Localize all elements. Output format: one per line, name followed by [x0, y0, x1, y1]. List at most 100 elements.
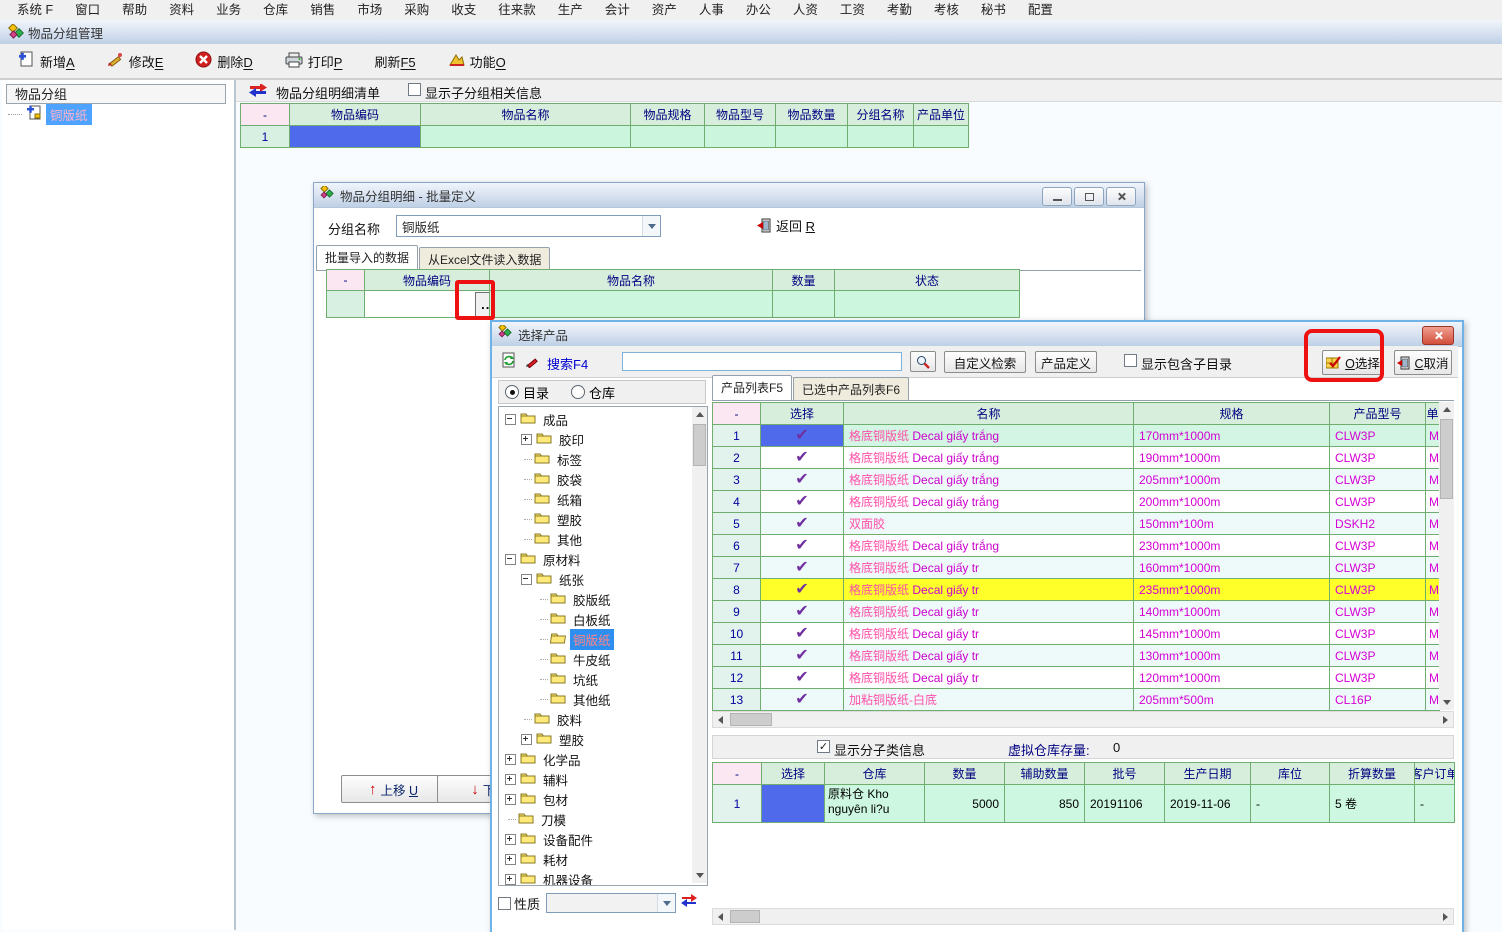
cell-name[interactable]: 双面胶	[844, 513, 1134, 535]
scroll-up-icon[interactable]	[1439, 402, 1454, 417]
cell-location[interactable]: -	[1251, 785, 1330, 823]
select-cell[interactable]: ✔	[761, 667, 844, 689]
tree-item-22[interactable]: 耗材	[499, 849, 571, 869]
select-cell[interactable]: ✔	[761, 579, 844, 601]
menu-item-20[interactable]: 秘书	[970, 0, 1017, 20]
nature-select[interactable]	[546, 893, 676, 913]
product-row-1[interactable]: 1✔格底铜版纸 Decal giấy trắng170mm*1000mCLW3P…	[713, 425, 1440, 447]
select-cell[interactable]: ✔	[761, 513, 844, 535]
select-cell[interactable]: ✔	[761, 535, 844, 557]
move-up-button[interactable]: ↑上移 U	[341, 775, 446, 803]
custom-search-button[interactable]: 自定义检索	[944, 351, 1026, 373]
cell[interactable]	[848, 126, 914, 148]
tree-item-17[interactable]: 化学品	[499, 749, 584, 769]
select-cell[interactable]: ✔	[761, 623, 844, 645]
menu-item-5[interactable]: 仓库	[252, 0, 299, 20]
scroll-right-icon[interactable]	[1438, 712, 1453, 727]
product-row-13[interactable]: 13✔加粘铜版纸-白底205mm*500mCL16PM	[713, 689, 1440, 711]
select-cell[interactable]: ✔	[761, 689, 844, 711]
select-cell[interactable]: ✔	[761, 491, 844, 513]
select-cell[interactable]: ✔	[761, 425, 844, 447]
product-row-6[interactable]: 6✔格底铜版纸 Decal giấy trắng230mm*1000mCLW3P…	[713, 535, 1440, 557]
cell-spec[interactable]: 150mm*100m	[1134, 513, 1330, 535]
column-header-3[interactable]: 规格	[1134, 403, 1330, 425]
close-icon[interactable]	[1106, 187, 1136, 206]
show-subclass-checkbox[interactable]: ✓	[817, 740, 830, 753]
cell-qty[interactable]	[773, 291, 835, 318]
column-header-3[interactable]: 数量	[773, 270, 835, 291]
column-header-2[interactable]: 仓库	[825, 763, 925, 785]
cell-spec[interactable]: 145mm*1000m	[1134, 623, 1330, 645]
cell-name[interactable]: 格底铜版纸 Decal giấy tr	[844, 579, 1134, 601]
column-header-4[interactable]: 产品型号	[1330, 403, 1426, 425]
column-header-3[interactable]: 物品规格	[631, 104, 705, 126]
product-row-9[interactable]: 9✔格底铜版纸 Decal giấy tr140mm*1000mCLW3PM	[713, 601, 1440, 623]
collapse-minus-icon[interactable]	[505, 554, 516, 565]
product-table-hscrollbar[interactable]	[712, 711, 1454, 728]
cell-unit[interactable]: M	[1426, 689, 1440, 711]
cell-spec[interactable]: 230mm*1000m	[1134, 535, 1330, 557]
tree-item-5[interactable]: 塑胶	[499, 509, 585, 529]
cell-model[interactable]: CLW3P	[1330, 447, 1426, 469]
cell-model[interactable]: CLW3P	[1330, 425, 1426, 447]
cell[interactable]	[631, 126, 705, 148]
product-row-8[interactable]: 8✔格底铜版纸 Decal giấy tr235mm*1000mCLW3PM	[713, 579, 1440, 601]
tree-item-11[interactable]: 铜版纸	[499, 629, 614, 649]
product-table-vscrollbar[interactable]	[1439, 402, 1454, 710]
tree-item-20[interactable]: 刀模	[499, 809, 569, 829]
column-header-5[interactable]: 批号	[1085, 763, 1165, 785]
cell-unit[interactable]: M	[1426, 425, 1440, 447]
menu-item-17[interactable]: 工资	[829, 0, 876, 20]
menu-item-14[interactable]: 人事	[688, 0, 735, 20]
column-header-5[interactable]: 物品数量	[776, 104, 848, 126]
column-header-4[interactable]: 物品型号	[705, 104, 776, 126]
cell[interactable]	[776, 126, 848, 148]
radio-catalog[interactable]: 目录	[505, 383, 549, 402]
cell-spec[interactable]: 130mm*1000m	[1134, 645, 1330, 667]
batch-dialog-titlebar[interactable]: 物品分组明细 - 批量定义	[314, 183, 1144, 208]
collapse-minus-icon[interactable]	[521, 574, 532, 585]
tree-item-1[interactable]: 胶印	[499, 429, 587, 449]
cell-batch[interactable]: 20191106	[1085, 785, 1165, 823]
product-row-12[interactable]: 12✔格底铜版纸 Decal giấy tr120mm*1000mCLW3PM	[713, 667, 1440, 689]
menu-item-19[interactable]: 考核	[923, 0, 970, 20]
new-button[interactable]: 新增A	[8, 47, 85, 75]
menu-item-6[interactable]: 销售	[299, 0, 346, 20]
select-cell[interactable]: ✔	[761, 469, 844, 491]
expand-plus-icon[interactable]	[521, 734, 532, 745]
column-header-4[interactable]: 辅助数量	[1005, 763, 1085, 785]
column-header-1[interactable]: 物品编码	[365, 270, 490, 291]
cell-unit[interactable]: M	[1426, 579, 1440, 601]
column-header-2[interactable]: 名称	[844, 403, 1134, 425]
column-header-5[interactable]: 单	[1426, 403, 1440, 425]
cell-aux-qty[interactable]: 850	[1005, 785, 1085, 823]
column-header-0[interactable]: -	[327, 270, 365, 291]
product-row-5[interactable]: 5✔双面胶150mm*100mDSKH2M	[713, 513, 1440, 535]
cell-spec[interactable]: 120mm*1000m	[1134, 667, 1330, 689]
tree-item-16[interactable]: 塑胶	[499, 729, 587, 749]
tree-item-21[interactable]: 设备配件	[499, 829, 596, 849]
menu-item-3[interactable]: 资料	[158, 0, 205, 20]
cell-spec[interactable]: 205mm*500m	[1134, 689, 1330, 711]
menu-item-1[interactable]: 窗口	[64, 0, 111, 20]
tree-item-18[interactable]: 辅料	[499, 769, 571, 789]
tree-item-8[interactable]: 纸张	[499, 569, 587, 589]
cell-name[interactable]: 加粘铜版纸-白底	[844, 689, 1134, 711]
column-header-1[interactable]: 物品编码	[290, 104, 421, 126]
cell-model[interactable]: CLW3P	[1330, 645, 1426, 667]
tab-product-list[interactable]: 产品列表F5	[712, 375, 792, 400]
select-cell[interactable]	[762, 785, 825, 823]
cell-model[interactable]: CLW3P	[1330, 623, 1426, 645]
cell-name[interactable]: 格底铜版纸 Decal giấy trắng	[844, 425, 1134, 447]
cell-model[interactable]: DSKH2	[1330, 513, 1426, 535]
column-header-6[interactable]: 生产日期	[1165, 763, 1251, 785]
select-cell[interactable]: ✔	[761, 645, 844, 667]
select-cell[interactable]: ✔	[761, 447, 844, 469]
menu-item-11[interactable]: 生产	[547, 0, 594, 20]
cell-spec[interactable]: 205mm*1000m	[1134, 469, 1330, 491]
cell-status[interactable]	[835, 291, 1020, 318]
cell-unit[interactable]: M	[1426, 645, 1440, 667]
column-header-2[interactable]: 物品名称	[421, 104, 631, 126]
cell-unit[interactable]: M	[1426, 513, 1440, 535]
menu-item-4[interactable]: 业务	[205, 0, 252, 20]
